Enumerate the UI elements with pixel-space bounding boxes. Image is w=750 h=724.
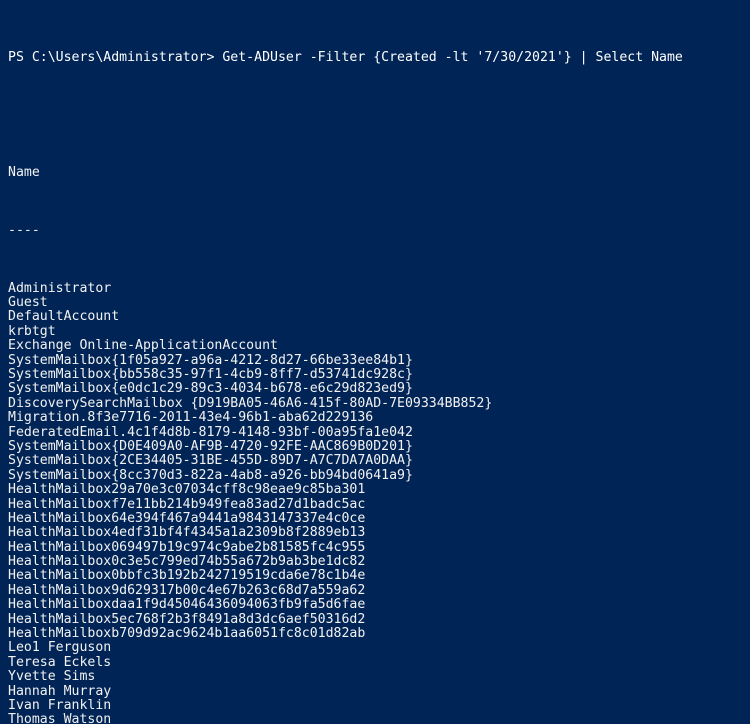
output-row: Hannah Murray xyxy=(8,683,112,699)
output-row: krbtgt xyxy=(8,323,56,339)
output-row: SystemMailbox{bb558c35-97f1-4cb9-8ff7-d5… xyxy=(8,367,413,382)
prompt-command-line[interactable]: PS C:\Users\Administrator> Get-ADUser -F… xyxy=(8,50,750,65)
output-column-header: Name xyxy=(8,165,40,181)
output-row: HealthMailboxdaa1f9d45046436094063fb9fa5… xyxy=(8,597,366,613)
output-row: HealthMailbox29a70e3c07034cff8c98eae9c85… xyxy=(8,482,366,498)
output-row: SystemMailbox{D0E409A0-AF9B-4720-92FE-AA… xyxy=(8,438,413,454)
output-row: FederatedEmail.4c1f4d8b-8179-4148-93bf-0… xyxy=(8,424,413,440)
output-row: HealthMailbox64e394f467a9441a9843147337e… xyxy=(8,510,366,526)
output-row: SystemMailbox{1f05a927-a96a-4212-8d27-66… xyxy=(8,352,413,368)
output-row: SystemMailbox{2CE34405-31BE-455D-89D7-A7… xyxy=(8,453,413,469)
output-row: Migration.8f3e7716-2011-43e4-96b1-aba62d… xyxy=(8,410,374,426)
output-row: Thomas Watson xyxy=(8,712,112,724)
output-column-rule: ---- xyxy=(8,223,40,239)
output-row: DefaultAccount xyxy=(8,309,120,325)
output-row: HealthMailboxf7e11bb214b949fea83ad27d1ba… xyxy=(8,496,366,512)
output-row: Guest xyxy=(8,295,48,311)
output-row: HealthMailbox0bbfc3b192b242719519cda6e78… xyxy=(8,568,366,584)
output-row: Teresa Eckels xyxy=(8,654,112,670)
output-row: HealthMailbox4edf31bf4f4345a1a2309b8f288… xyxy=(8,525,366,541)
output-row: HealthMailbox069497b19c974c9abe2b81585fc… xyxy=(8,539,366,555)
output-row: Yvette Sims xyxy=(8,669,96,685)
output-row-list: Administrator Guest DefaultAccount krbtgt Ex… xyxy=(8,280,750,724)
output-row: Leo1 Ferguson xyxy=(8,640,112,656)
output-row: Administrator xyxy=(8,280,112,296)
powershell-terminal-window[interactable]: PS C:\Users\Administrator> Get-ADUser -F… xyxy=(0,0,750,724)
output-row: HealthMailbox0c3e5c799ed74b55a672b9ab3be… xyxy=(8,554,366,570)
output-row: SystemMailbox{8cc370d3-822a-4ab8-a926-bb… xyxy=(8,467,413,483)
output-row: Ivan Franklin xyxy=(8,697,112,713)
output-row: SystemMailbox{e0dc1c29-89c3-4034-b678-e6… xyxy=(8,381,413,397)
output-row: HealthMailboxb709d92ac9624b1aa6051fc8c01… xyxy=(8,626,366,642)
output-row: Exchange Online-ApplicationAccount xyxy=(8,338,278,354)
terminal-screen[interactable]: PS C:\Users\Administrator> Get-ADUser -F… xyxy=(8,8,750,724)
output-row: HealthMailbox9d629317b00c4e67b263c68d7a5… xyxy=(8,582,366,598)
output-row: HealthMailbox5ec768f2b3f8491a8d3dc6aef50… xyxy=(8,611,366,627)
output-row: DiscoverySearchMailbox {D919BA05-46A6-41… xyxy=(8,395,493,411)
